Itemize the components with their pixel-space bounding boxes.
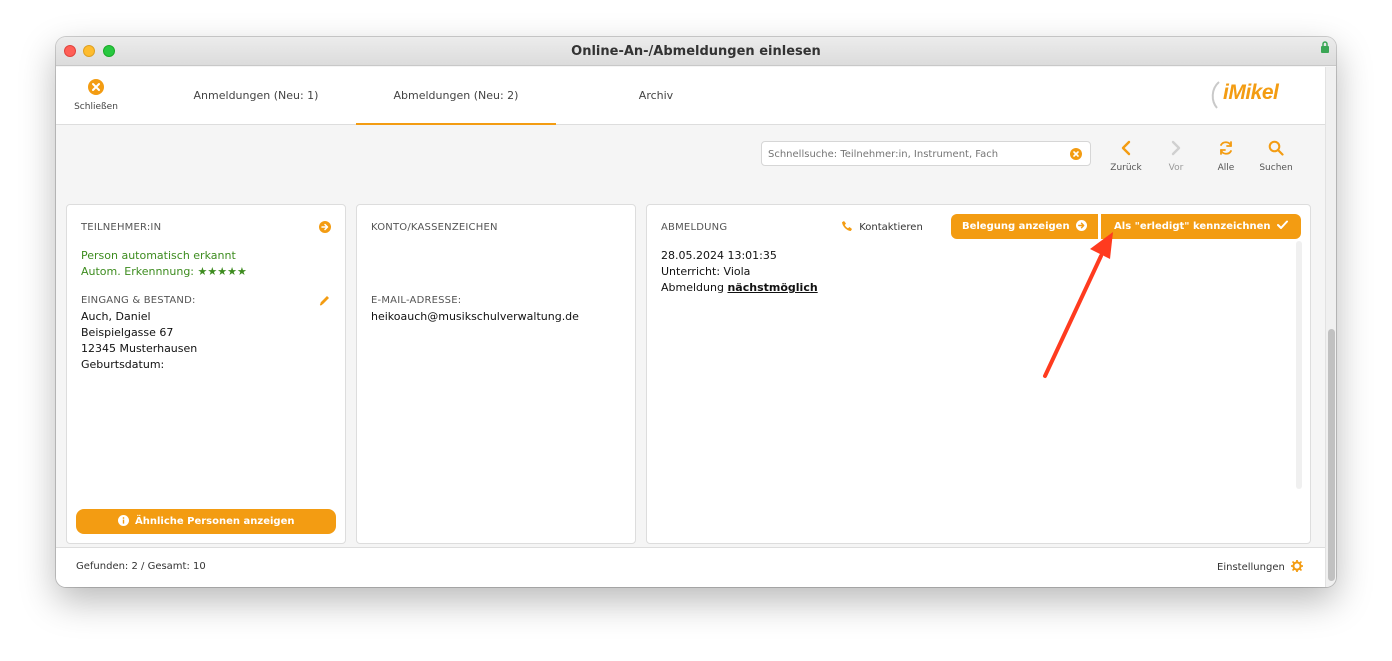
gear-icon	[1290, 559, 1304, 573]
tab-bar: Schließen Anmeldungen (Neu: 1) Abmeldung…	[56, 67, 1325, 125]
account-heading: KONTO/KASSENZEICHEN	[371, 222, 498, 233]
pencil-icon[interactable]	[318, 294, 331, 307]
recognition-label: Autom. Erkennnung:	[81, 265, 195, 278]
arrow-right-circle-icon	[1076, 220, 1088, 231]
similar-persons-button[interactable]: Ähnliche Personen anzeigen	[76, 509, 336, 534]
participant-street: Beispielgasse 67	[81, 326, 174, 339]
quick-search	[761, 141, 1091, 166]
tab-archiv[interactable]: Archiv	[556, 67, 756, 125]
search-button[interactable]: Suchen	[1251, 140, 1301, 173]
arrow-right-circle-icon[interactable]	[319, 221, 331, 233]
clear-search-icon[interactable]	[1070, 148, 1082, 160]
forward-button[interactable]: Vor	[1151, 140, 1201, 173]
lock-icon	[1321, 41, 1329, 53]
search-icon	[1268, 140, 1284, 156]
app-window: Online-An-/Abmeldungen einlesen Schließe…	[56, 37, 1336, 587]
phone-icon	[842, 221, 852, 231]
forward-label: Vor	[1168, 163, 1184, 173]
window-scrollbar-thumb[interactable]	[1328, 329, 1335, 581]
participant-birthdate-label: Geburtsdatum:	[81, 358, 165, 371]
recognition-stars: ★★★★★	[197, 265, 247, 278]
participant-panel: TEILNEHMER:IN Person automatisch erkannt…	[66, 204, 346, 544]
back-button[interactable]: Zurück	[1101, 140, 1151, 173]
panel-scrollbar[interactable]	[1296, 241, 1302, 489]
lesson-text: Unterricht: Viola	[661, 265, 751, 278]
email-heading: E-MAIL-ADRESSE:	[371, 295, 462, 306]
account-panel: KONTO/KASSENZEICHEN E-MAIL-ADRESSE: heik…	[356, 204, 636, 544]
deregistration-date-link[interactable]: nächstmöglich	[727, 281, 817, 294]
mark-done-label: Als "erledigt" kennzeichnen	[1114, 221, 1271, 232]
settings-button[interactable]: Einstellungen	[1217, 559, 1304, 573]
back-label: Zurück	[1110, 163, 1142, 173]
refresh-icon	[1220, 141, 1232, 155]
close-label: Schließen	[74, 102, 118, 112]
checkmark-icon	[1276, 220, 1288, 229]
deregistration-prefix: Abmeldung	[661, 281, 724, 294]
logo-swoosh-icon	[1211, 81, 1220, 109]
info-icon	[117, 515, 129, 526]
participant-city: 12345 Musterhausen	[81, 342, 198, 355]
similar-persons-label: Ähnliche Personen anzeigen	[135, 516, 295, 527]
show-booking-button[interactable]: Belegung anzeigen	[951, 214, 1098, 239]
email-value: heikoauch@musikschulverwaltung.de	[371, 310, 579, 323]
contact-label: Kontaktieren	[859, 222, 923, 233]
toolbar: Zurück Vor Alle Suchen	[56, 126, 1325, 204]
deregistration-datetime: 28.05.2024 13:01:35	[661, 249, 777, 262]
recognition-line: Autom. Erkennnung: ★★★★★	[81, 264, 247, 280]
window-scrollbar[interactable]	[1325, 67, 1336, 587]
deregistration-line: Abmeldung nächstmöglich	[661, 280, 818, 296]
search-label: Suchen	[1259, 163, 1293, 173]
title-bar: Online-An-/Abmeldungen einlesen	[56, 37, 1336, 66]
window-title: Online-An-/Abmeldungen einlesen	[571, 44, 821, 59]
logo-text: iMikel	[1223, 81, 1279, 104]
all-label: Alle	[1217, 163, 1235, 173]
tab-anmeldungen[interactable]: Anmeldungen (Neu: 1)	[156, 67, 356, 125]
participant-heading: TEILNEHMER:IN	[81, 222, 162, 233]
deregistration-heading: ABMELDUNG	[661, 222, 728, 233]
participant-name: Auch, Daniel	[81, 310, 151, 323]
status-footer: Gefunden: 2 / Gesamt: 10 Einstellungen	[56, 547, 1325, 587]
deregistration-panel: ABMELDUNG Kontaktieren Belegung anzeigen…	[646, 204, 1311, 544]
auto-detected-text: Person automatisch erkannt	[81, 249, 236, 262]
entry-heading: EINGANG & BESTAND:	[81, 295, 196, 306]
chevron-left-icon	[1121, 140, 1131, 156]
result-count: Gefunden: 2 / Gesamt: 10	[76, 561, 206, 572]
imikel-logo: iMikel	[1209, 79, 1291, 111]
tab-abmeldungen[interactable]: Abmeldungen (Neu: 2)	[356, 67, 556, 125]
close-button[interactable]: Schließen	[70, 79, 122, 112]
quick-search-input[interactable]	[762, 143, 1062, 166]
settings-label: Einstellungen	[1217, 562, 1285, 573]
chevron-right-icon	[1171, 140, 1181, 156]
mark-done-button[interactable]: Als "erledigt" kennzeichnen	[1101, 214, 1301, 239]
contact-button[interactable]: Kontaktieren	[841, 220, 923, 233]
close-circle-icon	[88, 79, 104, 95]
show-booking-label: Belegung anzeigen	[961, 221, 1070, 232]
all-button[interactable]: Alle	[1201, 140, 1251, 173]
